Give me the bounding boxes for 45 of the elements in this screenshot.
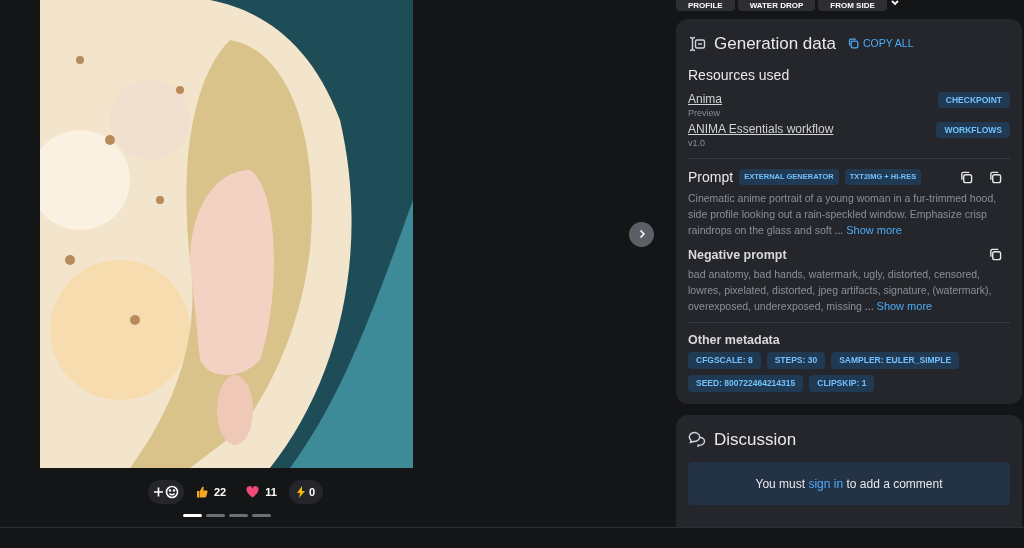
heart-reaction-button[interactable]: 11 [238, 480, 285, 504]
add-emoji-icon [152, 485, 180, 499]
copy-icon[interactable] [989, 248, 1002, 262]
next-image-button[interactable] [629, 221, 654, 247]
show-more-link[interactable]: Show more [846, 223, 902, 236]
resource-version: v1.0 [688, 136, 706, 150]
chevron-right-icon [637, 229, 646, 239]
resource-version: Preview [688, 106, 721, 120]
copy-all-button[interactable]: COPY ALL [847, 35, 914, 52]
like-reaction-button[interactable]: 22 [188, 480, 235, 504]
copy-icon[interactable] [960, 170, 973, 184]
prompt-text: Cinematic anime portrait of a young woman in a fur-trimmed hood, side profile looking out a rain-speckled window. Emphasize crisp raindrops on the glass and soft ... Show more [688, 190, 998, 238]
show-more-link[interactable]: Show more [876, 300, 933, 313]
tag-chip[interactable]: WATER DROP [737, 0, 816, 11]
sign-in-message: You must sign in to add a comment [755, 475, 943, 493]
subsection-title: Resources used [688, 65, 791, 85]
metadata-badge: STEPS: 30 [766, 352, 826, 369]
tag-chip[interactable]: PROFILE [676, 0, 735, 11]
copy-icon[interactable] [989, 170, 1002, 184]
subsection-title: Prompt [688, 167, 734, 187]
section-title: Discussion [714, 428, 797, 451]
carousel-indicator[interactable] [183, 514, 202, 517]
sign-in-link[interactable]: sign in [808, 476, 844, 491]
subsection-title: Other metadata [688, 332, 781, 350]
thumbs-up-icon [196, 486, 208, 498]
lightning-icon [296, 486, 305, 498]
subsection-title: Negative prompt [688, 246, 787, 264]
add-reaction-button[interactable] [148, 480, 184, 504]
resource-link[interactable]: ANIMA Essentials workflow [688, 121, 834, 137]
metadata-badge: SAMPLER: EULER_SIMPLE [831, 352, 960, 369]
resource-link[interactable]: Anima [688, 91, 722, 107]
section-title: Generation data [714, 33, 836, 55]
metadata-badge: SEED: 800722464214315 [688, 374, 804, 392]
resource-type-badge: WORKFLOWS [936, 121, 1010, 139]
resource-type-badge: CHECKPOINT [937, 91, 1010, 109]
heart-icon [246, 486, 260, 498]
tag-chip[interactable]: FROM SIDE [818, 0, 887, 11]
chat-bubbles-icon [688, 431, 706, 448]
metadata-badge: CFGSCALE: 8 [688, 352, 761, 369]
copy-icon [847, 38, 859, 50]
text-cursor-icon [688, 35, 706, 52]
metadata-badge: CLIPSKIP: 1 [809, 374, 875, 392]
negative-prompt-text: bad anatomy, bad hands, watermark, ugly, distorted, censored, lowres, pixelated, distorted, jpeg artifacts, signature, (watermark), overexposed, underexposed, missing ... Show more [688, 267, 993, 315]
chevron-down-icon[interactable] [889, 0, 900, 8]
lightning-tip-button[interactable]: 0 [288, 480, 323, 504]
